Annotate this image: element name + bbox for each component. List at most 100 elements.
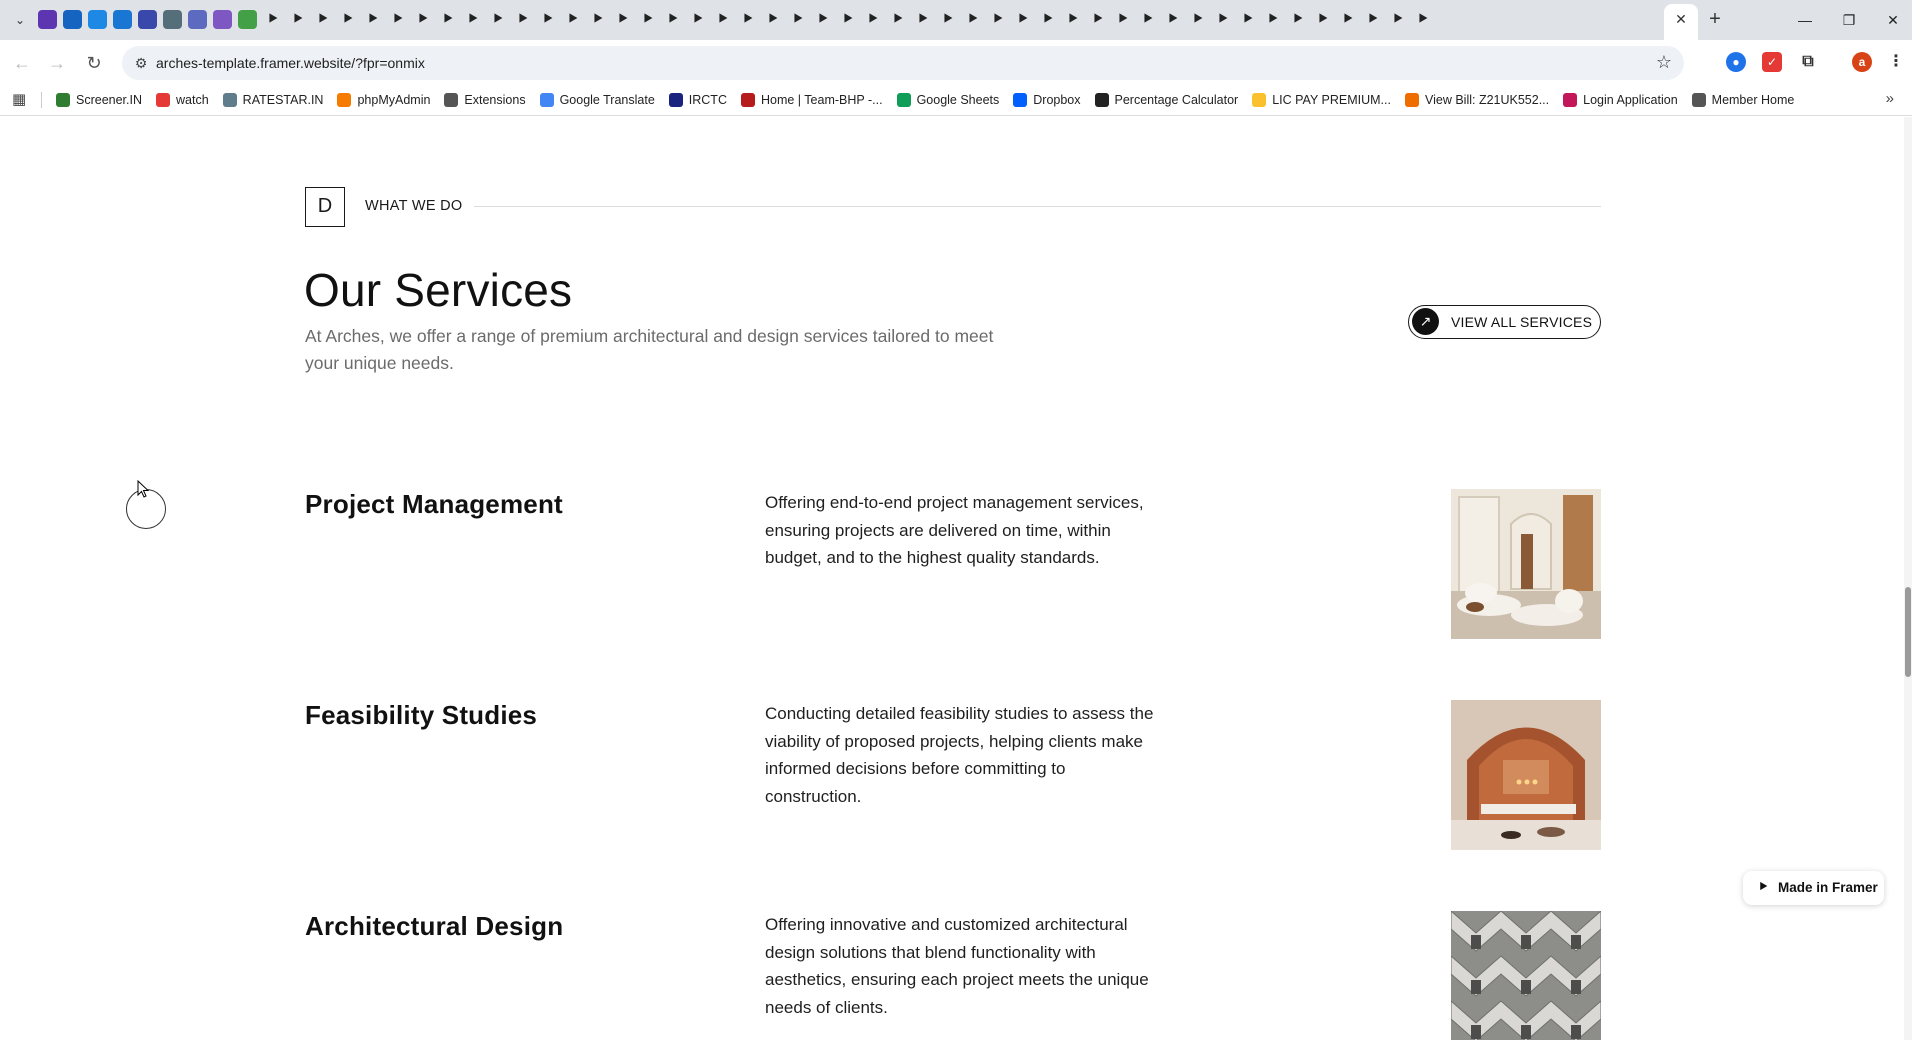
framer-tab-favicon[interactable]: ⯈ — [1413, 10, 1432, 29]
framer-tab-favicon[interactable]: ⯈ — [388, 10, 407, 29]
framer-tab-favicon[interactable]: ⯈ — [1013, 10, 1032, 29]
tab-favicon[interactable] — [238, 10, 257, 29]
bookmark-item[interactable]: Dropbox — [1013, 93, 1081, 107]
bookmark-item[interactable]: watch — [156, 93, 209, 107]
framer-tab-favicon[interactable]: ⯈ — [863, 10, 882, 29]
framer-tab-favicon[interactable]: ⯈ — [963, 10, 982, 29]
framer-tab-favicon[interactable]: ⯈ — [313, 10, 332, 29]
tab-favicon[interactable] — [188, 10, 207, 29]
back-button[interactable]: ← — [10, 51, 34, 75]
apps-grid-icon[interactable]: ▦ — [12, 91, 30, 109]
tab-favicon[interactable] — [213, 10, 232, 29]
framer-tab-favicon[interactable]: ⯈ — [263, 10, 282, 29]
framer-tab-favicon[interactable]: ⯈ — [713, 10, 732, 29]
address-bar[interactable]: ⚙ arches-template.framer.website/?fpr=on… — [122, 46, 1684, 80]
bookmark-item[interactable]: Member Home — [1691, 93, 1794, 107]
shield-extension-icon[interactable]: ✓ — [1762, 52, 1782, 72]
framer-tab-favicon[interactable]: ⯈ — [838, 10, 857, 29]
new-tab-button[interactable]: + — [1704, 9, 1726, 31]
site-info-icon[interactable]: ⚙ — [132, 54, 150, 72]
service-title[interactable]: Project Management — [305, 489, 563, 520]
framer-tab-favicon[interactable]: ⯈ — [513, 10, 532, 29]
framer-tab-favicon[interactable]: ⯈ — [413, 10, 432, 29]
bookmark-item[interactable]: Home | Team-BHP -... — [740, 93, 883, 107]
framer-tab-favicon[interactable]: ⯈ — [338, 10, 357, 29]
tab-favicon[interactable] — [163, 10, 182, 29]
tab-favicon[interactable] — [88, 10, 107, 29]
framer-tab-favicon[interactable]: ⯈ — [1288, 10, 1307, 29]
framer-tab-favicon[interactable]: ⯈ — [688, 10, 707, 29]
framer-tab-favicon[interactable]: ⯈ — [1313, 10, 1332, 29]
framer-tab-favicon[interactable]: ⯈ — [613, 10, 632, 29]
view-all-services-button[interactable]: ↗ VIEW ALL SERVICES — [1408, 305, 1601, 339]
page-scrollbar[interactable] — [1904, 117, 1912, 1040]
framer-tab-favicon[interactable]: ⯈ — [588, 10, 607, 29]
framer-tab-favicon[interactable]: ⯈ — [888, 10, 907, 29]
framer-tab-favicon[interactable]: ⯈ — [363, 10, 382, 29]
minimize-button[interactable]: — — [1790, 8, 1820, 32]
tab-favicon[interactable] — [38, 10, 57, 29]
service-title[interactable]: Feasibility Studies — [305, 700, 537, 731]
extensions-puzzle-icon[interactable]: ⧉ — [1798, 52, 1818, 72]
framer-tab-favicon[interactable]: ⯈ — [1088, 10, 1107, 29]
framer-tab-favicon[interactable]: ⯈ — [288, 10, 307, 29]
bookmark-star-icon[interactable]: ☆ — [1656, 52, 1672, 73]
framer-tab-favicon[interactable]: ⯈ — [1338, 10, 1357, 29]
reload-button[interactable]: ↻ — [82, 51, 106, 75]
restore-button[interactable]: ❐ — [1834, 8, 1864, 32]
framer-tab-favicon[interactable]: ⯈ — [663, 10, 682, 29]
bookmark-item[interactable]: Extensions — [444, 93, 526, 107]
bookmark-item[interactable]: Percentage Calculator — [1094, 93, 1238, 107]
framer-tab-favicon[interactable]: ⯈ — [1163, 10, 1182, 29]
bookmark-item[interactable]: Google Translate — [539, 93, 655, 107]
forward-button[interactable]: → — [45, 51, 69, 75]
service-title[interactable]: Architectural Design — [305, 911, 563, 942]
framer-tab-favicon[interactable]: ⯈ — [938, 10, 957, 29]
framer-tab-favicon[interactable]: ⯈ — [788, 10, 807, 29]
framer-tab-favicon[interactable]: ⯈ — [1388, 10, 1407, 29]
close-tab-icon[interactable]: ✕ — [1672, 10, 1690, 28]
service-image-arch[interactable] — [1451, 700, 1601, 850]
browser-menu-icon[interactable]: ⋮ — [1886, 52, 1906, 72]
framer-tab-favicon[interactable]: ⯈ — [763, 10, 782, 29]
bookmark-item[interactable]: View Bill: Z21UK552... — [1404, 93, 1549, 107]
tab-favicon[interactable] — [63, 10, 82, 29]
more-bookmarks-icon[interactable]: » — [1886, 90, 1894, 107]
bookmark-item[interactable]: RATESTAR.IN — [222, 93, 323, 107]
tab-favicon[interactable] — [138, 10, 157, 29]
framer-tab-favicon[interactable]: ⯈ — [1188, 10, 1207, 29]
url-text[interactable]: arches-template.framer.website/?fpr=onmi… — [156, 55, 425, 71]
framer-tab-favicon[interactable]: ⯈ — [1263, 10, 1282, 29]
framer-tab-favicon[interactable]: ⯈ — [438, 10, 457, 29]
tab-favicon[interactable] — [113, 10, 132, 29]
service-image-interior[interactable] — [1451, 489, 1601, 639]
active-tab[interactable]: ✕ — [1664, 4, 1698, 40]
framer-tab-favicon[interactable]: ⯈ — [913, 10, 932, 29]
framer-tab-favicon[interactable]: ⯈ — [538, 10, 557, 29]
framer-tab-favicon[interactable]: ⯈ — [738, 10, 757, 29]
framer-tab-favicon[interactable]: ⯈ — [1063, 10, 1082, 29]
bookmark-item[interactable]: Login Application — [1563, 93, 1678, 107]
bookmark-item[interactable]: Screener.IN — [56, 93, 142, 107]
framer-tab-favicon[interactable]: ⯈ — [1038, 10, 1057, 29]
service-image-facade[interactable] — [1451, 911, 1601, 1040]
framer-tab-favicon[interactable]: ⯈ — [638, 10, 657, 29]
profile-avatar[interactable]: a — [1852, 52, 1872, 72]
framer-tab-favicon[interactable]: ⯈ — [988, 10, 1007, 29]
bookmark-item[interactable]: IRCTC — [668, 93, 727, 107]
framer-tab-favicon[interactable]: ⯈ — [1113, 10, 1132, 29]
framer-tab-favicon[interactable]: ⯈ — [1238, 10, 1257, 29]
extension-icon[interactable]: ● — [1726, 52, 1746, 72]
bookmark-item[interactable]: LIC PAY PREMIUM... — [1252, 93, 1391, 107]
framer-tab-favicon[interactable]: ⯈ — [1138, 10, 1157, 29]
framer-tab-favicon[interactable]: ⯈ — [488, 10, 507, 29]
tab-search-dropdown-icon[interactable]: ⌄ — [10, 10, 30, 30]
scrollbar-thumb[interactable] — [1905, 587, 1911, 677]
framer-tab-favicon[interactable]: ⯈ — [463, 10, 482, 29]
framer-tab-favicon[interactable]: ⯈ — [813, 10, 832, 29]
bookmark-item[interactable]: phpMyAdmin — [337, 93, 430, 107]
framer-tab-favicon[interactable]: ⯈ — [563, 10, 582, 29]
close-window-button[interactable]: ✕ — [1878, 8, 1908, 32]
bookmark-item[interactable]: Google Sheets — [896, 93, 999, 107]
framer-tab-favicon[interactable]: ⯈ — [1213, 10, 1232, 29]
